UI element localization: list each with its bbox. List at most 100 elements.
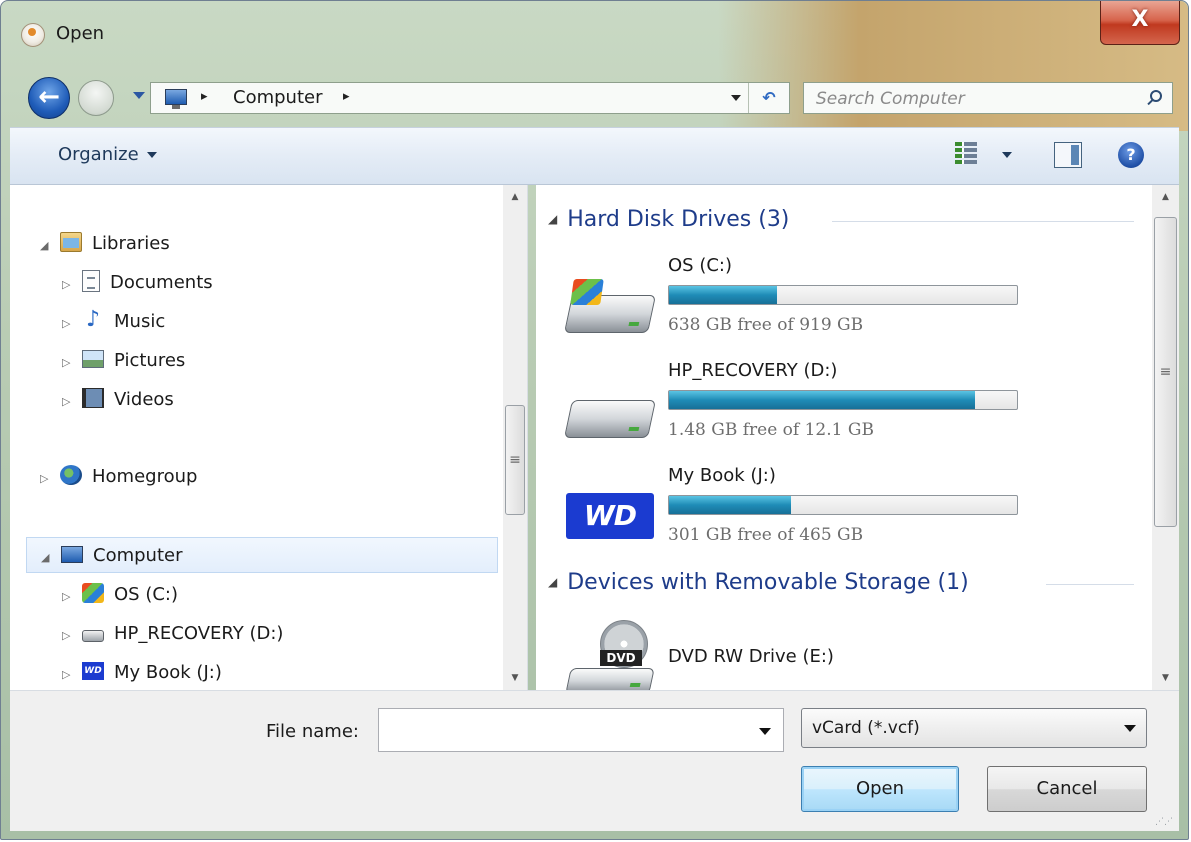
tree-item-label: Documents: [110, 272, 213, 293]
cancel-button[interactable]: Cancel: [987, 766, 1147, 812]
hdd-icon: [82, 630, 104, 642]
dialog-footer: File name: vCard (*.vcf) Open Cancel ⋰⋰: [10, 690, 1179, 831]
content-pane[interactable]: ◢ Hard Disk Drives (3) OS (C:) 638 GB fre…: [536, 185, 1152, 690]
close-button[interactable]: X: [1100, 1, 1180, 45]
drive-my-book[interactable]: WD My Book (J:) 301 GB free of 465 GB: [566, 455, 1146, 555]
tree-item-computer[interactable]: ◢ Computer: [26, 537, 498, 573]
tree-item-pictures[interactable]: ▷ Pictures: [62, 343, 185, 379]
scroll-up-icon[interactable]: ▲: [503, 187, 527, 207]
tree-item-label: Videos: [114, 389, 174, 410]
wd-drive-icon: WD: [82, 662, 104, 680]
tree-item-label: My Book (J:): [114, 662, 222, 683]
drive-usage-fill: [669, 391, 976, 409]
tree-item-label: HP_RECOVERY (D:): [114, 623, 284, 644]
open-button[interactable]: Open: [801, 766, 959, 812]
drive-usage-bar: [668, 495, 1018, 515]
scroll-up-icon[interactable]: ▲: [1152, 187, 1179, 207]
group-header-removable-storage[interactable]: ◢ Devices with Removable Storage (1): [548, 570, 969, 595]
hdd-icon: [563, 370, 657, 438]
group-header-hard-disk-drives[interactable]: ◢ Hard Disk Drives (3): [548, 207, 789, 232]
collapse-arrow-icon[interactable]: ◢: [41, 540, 55, 576]
collapse-arrow-icon[interactable]: ◢: [40, 228, 54, 264]
scrollbar-thumb[interactable]: [1154, 217, 1177, 527]
preview-pane-icon[interactable]: [1054, 142, 1082, 168]
address-dropdown-icon[interactable]: [731, 95, 741, 101]
help-icon[interactable]: ?: [1118, 142, 1144, 168]
breadcrumb-separator-icon[interactable]: ▸: [343, 89, 350, 104]
drive-os-c[interactable]: OS (C:) 638 GB free of 919 GB: [563, 245, 1146, 345]
drive-name: OS (C:): [668, 255, 732, 276]
app-icon: [21, 23, 45, 47]
nav-pane-scrollbar[interactable]: ▲ ▼: [503, 185, 527, 690]
drive-usage-bar: [668, 390, 1018, 410]
recent-pages-dropdown-icon[interactable]: [133, 92, 145, 99]
collapse-group-icon[interactable]: ◢: [548, 212, 557, 226]
search-input[interactable]: [814, 86, 1128, 112]
expand-arrow-icon[interactable]: ▷: [62, 657, 76, 690]
documents-icon: [82, 270, 100, 292]
expand-arrow-icon[interactable]: ▷: [62, 384, 76, 420]
expand-arrow-icon[interactable]: ▷: [62, 579, 76, 615]
dvd-drive-icon: DVD: [565, 620, 655, 690]
file-name-dropdown-icon[interactable]: [759, 728, 771, 735]
forward-button[interactable]: [78, 80, 114, 116]
drive-free-space: 301 GB free of 465 GB: [668, 525, 864, 545]
windows-hdd-icon: [563, 265, 657, 333]
tree-item-music[interactable]: ▷ ♪ Music: [62, 304, 165, 340]
search-box[interactable]: [803, 82, 1173, 114]
group-header-label: Devices with Removable Storage (1): [567, 570, 969, 595]
back-button[interactable]: ←: [28, 77, 70, 119]
expand-arrow-icon[interactable]: ▷: [62, 345, 76, 381]
address-bar[interactable]: ▸ Computer ▸ ↶: [150, 82, 790, 114]
tree-item-documents[interactable]: ▷ Documents: [62, 265, 213, 301]
tree-item-homegroup[interactable]: ▷ Homegroup: [40, 459, 197, 495]
homegroup-icon: [60, 465, 82, 485]
tree-item-hp-recovery[interactable]: ▷ HP_RECOVERY (D:): [62, 616, 283, 652]
breadcrumb-separator-icon[interactable]: ▸: [201, 89, 208, 104]
window-title: Open: [56, 23, 105, 44]
resize-grip-icon[interactable]: ⋰⋰: [1155, 817, 1173, 827]
file-name-combobox[interactable]: [378, 708, 784, 752]
tree-item-os-c[interactable]: ▷ OS (C:): [62, 577, 178, 613]
drive-usage-bar: [668, 285, 1018, 305]
tree-item-label: Computer: [93, 545, 183, 566]
drive-name: My Book (J:): [668, 465, 776, 486]
scroll-down-icon[interactable]: ▼: [1152, 668, 1179, 688]
breadcrumb-computer[interactable]: Computer: [233, 87, 322, 108]
tree-item-label: Homegroup: [92, 466, 198, 487]
drive-hp-recovery[interactable]: HP_RECOVERY (D:) 1.48 GB free of 12.1 GB: [563, 350, 1146, 450]
computer-icon: [61, 545, 83, 563]
file-name-input[interactable]: [385, 717, 729, 745]
expand-arrow-icon[interactable]: ▷: [62, 306, 76, 342]
expand-arrow-icon[interactable]: ▷: [62, 618, 76, 654]
search-icon[interactable]: [1150, 90, 1162, 102]
os-drive-icon: [82, 583, 104, 603]
content-pane-scrollbar[interactable]: ▲ ▼: [1152, 185, 1179, 690]
expand-arrow-icon[interactable]: ▷: [40, 461, 54, 497]
view-options-dropdown-icon[interactable]: [1002, 152, 1012, 158]
file-type-dropdown-icon[interactable]: [1124, 725, 1136, 732]
group-divider: [832, 221, 1134, 222]
tree-item-label: Music: [114, 311, 166, 332]
title-bar: Open X: [1, 1, 1188, 67]
libraries-icon: [60, 232, 82, 252]
videos-icon: [82, 388, 104, 408]
change-view-icon[interactable]: [955, 142, 977, 166]
drive-usage-fill: [669, 496, 791, 514]
drive-free-space: 638 GB free of 919 GB: [668, 315, 864, 335]
expand-arrow-icon[interactable]: ▷: [62, 267, 76, 303]
drive-dvd-rw[interactable]: DVD DVD RW Drive (E:): [565, 610, 1146, 690]
scroll-down-icon[interactable]: ▼: [503, 668, 527, 688]
file-name-label: File name:: [266, 721, 359, 742]
file-type-select[interactable]: vCard (*.vcf): [801, 708, 1147, 748]
tree-item-videos[interactable]: ▷ Videos: [62, 382, 174, 418]
drive-free-space: 1.48 GB free of 12.1 GB: [668, 420, 874, 440]
navigation-pane[interactable]: ◢ Libraries ▷ Documents ▷ ♪ Music ▷ Pictures …: [10, 185, 528, 690]
collapse-group-icon[interactable]: ◢: [548, 575, 557, 589]
scrollbar-thumb[interactable]: [505, 405, 525, 515]
refresh-button[interactable]: ↶: [748, 83, 789, 113]
organize-button[interactable]: Organize: [58, 144, 157, 165]
tree-item-label: OS (C:): [114, 584, 178, 605]
tree-item-libraries[interactable]: ◢ Libraries: [40, 226, 170, 262]
tree-item-my-book[interactable]: ▷ WD My Book (J:): [62, 655, 222, 690]
